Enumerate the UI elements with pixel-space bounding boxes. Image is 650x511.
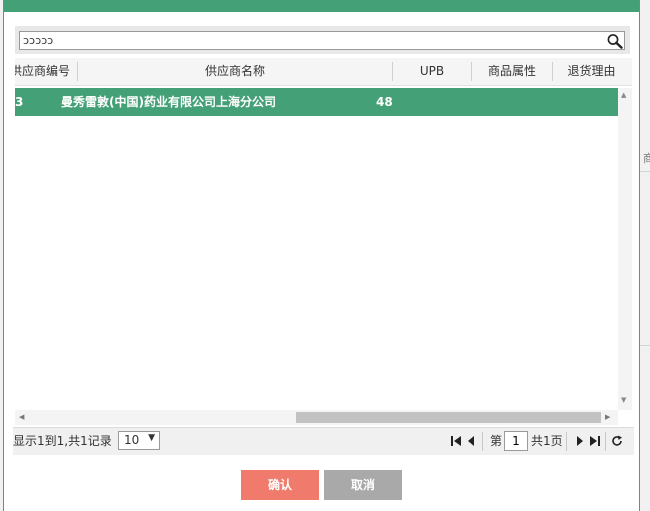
record-summary: 显示1到1,共1记录 — [13, 434, 112, 448]
next-page-button[interactable] — [573, 433, 587, 449]
last-page-button[interactable] — [588, 433, 602, 449]
refresh-button[interactable] — [610, 433, 624, 449]
column-header-return-reason[interactable]: 退货理由 — [553, 58, 630, 85]
last-page-icon — [590, 436, 600, 446]
search-icon — [607, 34, 623, 49]
page-label-prefix: 第 — [490, 434, 503, 448]
pager-divider — [482, 432, 483, 451]
cancel-button[interactable]: 取消 — [324, 470, 402, 500]
first-page-button[interactable] — [449, 433, 463, 449]
grid-header: 供应商编号 供应商名称 UPB 商品属性 退货理由 — [15, 58, 632, 86]
horizontal-scroll-thumb[interactable] — [296, 412, 601, 423]
background-text: 商 — [643, 152, 650, 165]
column-header-supplier-code[interactable]: 供应商编号 — [15, 58, 77, 85]
scroll-down-arrow-icon[interactable]: ▼ — [621, 396, 626, 404]
next-page-icon — [577, 436, 583, 446]
first-page-icon — [451, 436, 461, 446]
table-row[interactable]: 3 曼秀雷敦(中国)药业有限公司上海分公司 48 — [15, 88, 618, 116]
search-input[interactable] — [19, 31, 605, 50]
page-total: 共1页 — [531, 434, 563, 448]
confirm-button[interactable]: 确认 — [241, 470, 319, 500]
supplier-select-dialog: 供应商编号 供应商名称 UPB 商品属性 退货理由 3 曼秀雷敦(中国)药业有限… — [3, 0, 640, 511]
horizontal-scrollbar[interactable]: ◀ ▶ — [15, 410, 618, 425]
refresh-icon — [612, 435, 622, 446]
search-bar — [15, 26, 630, 54]
column-header-upb[interactable]: UPB — [393, 58, 471, 85]
search-button[interactable] — [605, 31, 625, 50]
page-size-select[interactable]: 10 ▼ — [118, 431, 160, 450]
page-number-input[interactable] — [504, 431, 528, 451]
cell-upb: 48 — [376, 95, 393, 109]
vertical-scrollbar[interactable]: ▲ ▼ — [618, 88, 632, 410]
background-right-strip — [640, 0, 650, 511]
previous-page-button[interactable] — [464, 433, 478, 449]
pagination-bar: 显示1到1,共1记录 10 ▼ 第 共1页 — [13, 427, 634, 455]
background-divider — [640, 345, 650, 346]
scroll-right-arrow-icon[interactable]: ▶ — [605, 413, 610, 421]
chevron-down-icon: ▼ — [148, 433, 155, 443]
pager-divider — [566, 432, 567, 451]
scroll-left-arrow-icon[interactable]: ◀ — [19, 413, 24, 421]
pager-divider — [605, 432, 606, 451]
cell-supplier-name: 曼秀雷敦(中国)药业有限公司上海分公司 — [61, 95, 276, 109]
previous-page-icon — [468, 436, 474, 446]
background-divider — [640, 171, 650, 172]
column-header-supplier-name[interactable]: 供应商名称 — [78, 58, 392, 85]
cell-supplier-code: 3 — [15, 95, 24, 109]
column-header-product-attribute[interactable]: 商品属性 — [472, 58, 552, 85]
dialog-header — [4, 0, 639, 12]
scroll-up-arrow-icon[interactable]: ▲ — [621, 91, 626, 99]
supplier-grid: 供应商编号 供应商名称 UPB 商品属性 退货理由 3 曼秀雷敦(中国)药业有限… — [15, 58, 632, 426]
page-size-value: 10 — [124, 433, 140, 447]
